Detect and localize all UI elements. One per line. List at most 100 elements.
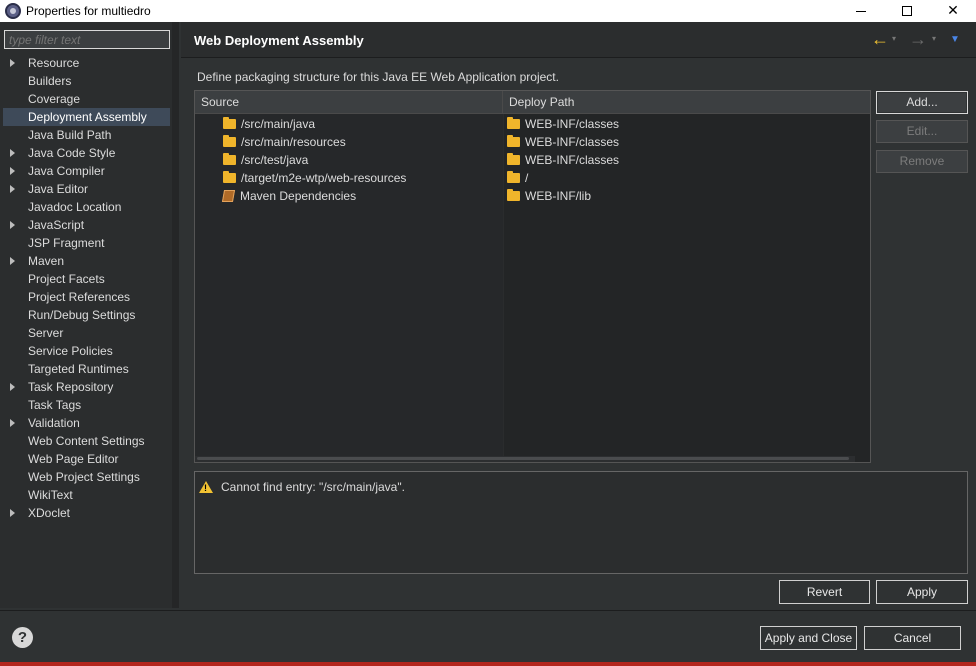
- sidebar-item-maven[interactable]: Maven: [0, 252, 178, 270]
- sidebar-item-label: Web Project Settings: [28, 470, 140, 484]
- help-icon[interactable]: ?: [12, 627, 33, 648]
- table-row[interactable]: /src/main/java WEB-INF/classes: [195, 115, 870, 133]
- background-window-strip: [0, 662, 976, 666]
- sidebar-item-label: Resource: [28, 56, 80, 70]
- maximize-icon: [902, 6, 912, 17]
- sidebar-item-label: Validation: [28, 416, 80, 430]
- sidebar-item-task-tags[interactable]: Task Tags: [0, 396, 178, 414]
- table-row[interactable]: /src/main/resources WEB-INF/classes: [195, 133, 870, 151]
- sidebar-item-xdoclet[interactable]: XDoclet: [0, 504, 178, 522]
- sidebar-item-label: Deployment Assembly: [28, 110, 147, 124]
- sidebar-item-service-policies[interactable]: Service Policies: [0, 342, 178, 360]
- apply-and-close-button[interactable]: Apply and Close: [760, 626, 857, 650]
- deploy-path-cell: WEB-INF/lib: [507, 187, 591, 205]
- sidebar-item-deployment-assembly[interactable]: Deployment Assembly: [3, 108, 170, 126]
- sidebar-item-label: Web Content Settings: [28, 434, 145, 448]
- expand-arrow-icon[interactable]: [10, 221, 15, 229]
- scrollbar-thumb[interactable]: [197, 457, 849, 460]
- page-title: Web Deployment Assembly: [194, 33, 364, 48]
- remove-button[interactable]: Remove: [876, 150, 968, 173]
- expand-arrow-icon[interactable]: [10, 383, 15, 391]
- folder-icon: [507, 116, 520, 129]
- edit-button[interactable]: Edit...: [876, 120, 968, 143]
- page-header: Web Deployment Assembly ← ▾ → ▾ ▼: [181, 22, 976, 58]
- sidebar-item-wikitext[interactable]: WikiText: [0, 486, 178, 504]
- table-row[interactable]: /src/test/java WEB-INF/classes: [195, 151, 870, 169]
- table-row[interactable]: Maven Dependencies WEB-INF/lib: [195, 187, 870, 205]
- sidebar-item-project-facets[interactable]: Project Facets: [0, 270, 178, 288]
- folder-icon: [223, 116, 236, 129]
- sidebar-item-coverage[interactable]: Coverage: [0, 90, 178, 108]
- revert-button[interactable]: Revert: [779, 580, 870, 604]
- preferences-tree-panel: Resource Builders Coverage Deployment Assem…: [0, 22, 179, 608]
- folder-icon: [507, 134, 520, 147]
- sidebar-item-web-page-editor[interactable]: Web Page Editor: [0, 450, 178, 468]
- folder-icon: [223, 134, 236, 147]
- folder-icon: [507, 152, 520, 165]
- sidebar-item-java-editor[interactable]: Java Editor: [0, 180, 178, 198]
- sidebar-item-label: JSP Fragment: [28, 236, 105, 250]
- expand-arrow-icon[interactable]: [10, 59, 15, 67]
- source-cell: /src/test/java: [223, 151, 308, 169]
- sidebar-item-javadoc-location[interactable]: Javadoc Location: [0, 198, 178, 216]
- column-header-source[interactable]: Source: [195, 91, 503, 114]
- sidebar-item-targeted-runtimes[interactable]: Targeted Runtimes: [0, 360, 178, 378]
- minimize-button[interactable]: [838, 0, 884, 22]
- sidebar-item-project-references[interactable]: Project References: [0, 288, 178, 306]
- sidebar-item-task-repository[interactable]: Task Repository: [0, 378, 178, 396]
- expand-arrow-icon[interactable]: [10, 167, 15, 175]
- sidebar-item-label: Task Tags: [28, 398, 82, 412]
- expand-arrow-icon[interactable]: [10, 257, 15, 265]
- deploy-path: WEB-INF/classes: [525, 117, 620, 131]
- sidebar-item-builders[interactable]: Builders: [0, 72, 178, 90]
- sidebar-item-java-compiler[interactable]: Java Compiler: [0, 162, 178, 180]
- sidebar-item-label: Maven: [28, 254, 65, 268]
- message-area: Cannot find entry: "/src/main/java".: [194, 471, 968, 574]
- maximize-button[interactable]: [884, 0, 930, 22]
- tree-scrollbar[interactable]: [172, 22, 179, 608]
- sidebar-item-run-debug-settings[interactable]: Run/Debug Settings: [0, 306, 178, 324]
- close-button[interactable]: ✕: [930, 0, 976, 22]
- table-horizontal-scrollbar[interactable]: [195, 456, 855, 462]
- sidebar-item-validation[interactable]: Validation: [0, 414, 178, 432]
- sidebar-item-label: Coverage: [28, 92, 81, 106]
- library-icon: [221, 189, 236, 202]
- back-arrow-icon[interactable]: ←: [871, 30, 889, 48]
- table-row[interactable]: /target/m2e-wtp/web-resources /: [195, 169, 870, 187]
- sidebar-item-label: Task Repository: [28, 380, 114, 394]
- window-title: Properties for multiedro: [26, 4, 151, 18]
- source-path: /src/main/resources: [241, 135, 346, 149]
- cancel-button[interactable]: Cancel: [864, 626, 961, 650]
- sidebar-item-resource[interactable]: Resource: [0, 54, 178, 72]
- sidebar-item-label: Project Facets: [28, 272, 105, 286]
- expand-arrow-icon[interactable]: [10, 509, 15, 517]
- filter-input[interactable]: [4, 30, 170, 49]
- sidebar-item-label: Java Code Style: [28, 146, 116, 160]
- sidebar-item-web-content-settings[interactable]: Web Content Settings: [0, 432, 178, 450]
- apply-button[interactable]: Apply: [876, 580, 968, 604]
- forward-history-dropdown-icon[interactable]: ▾: [932, 34, 936, 43]
- sidebar-item-javascript[interactable]: JavaScript: [0, 216, 178, 234]
- folder-icon: [223, 170, 236, 183]
- deploy-path-cell: WEB-INF/classes: [507, 151, 619, 169]
- sidebar-item-label: Project References: [28, 290, 131, 304]
- expand-arrow-icon[interactable]: [10, 419, 15, 427]
- expand-arrow-icon[interactable]: [10, 185, 15, 193]
- sidebar-item-server[interactable]: Server: [0, 324, 178, 342]
- view-menu-icon[interactable]: ▼: [950, 34, 960, 45]
- forward-arrow-icon[interactable]: →: [909, 30, 927, 48]
- back-history-dropdown-icon[interactable]: ▾: [892, 34, 896, 43]
- sidebar-item-jsp-fragment[interactable]: JSP Fragment: [0, 234, 178, 252]
- sidebar-item-web-project-settings[interactable]: Web Project Settings: [0, 468, 178, 486]
- expand-arrow-icon[interactable]: [10, 149, 15, 157]
- sidebar-item-label: Service Policies: [28, 344, 113, 358]
- eclipse-app-icon: [5, 3, 21, 19]
- deploy-path: WEB-INF/lib: [525, 189, 591, 203]
- deploy-path-cell: /: [507, 169, 528, 187]
- sidebar-item-java-code-style[interactable]: Java Code Style: [0, 144, 178, 162]
- add-button[interactable]: Add...: [876, 91, 968, 114]
- sidebar-item-label: XDoclet: [28, 506, 71, 520]
- folder-icon: [507, 188, 520, 201]
- column-header-deploy-path[interactable]: Deploy Path: [503, 91, 870, 114]
- sidebar-item-java-build-path[interactable]: Java Build Path: [0, 126, 178, 144]
